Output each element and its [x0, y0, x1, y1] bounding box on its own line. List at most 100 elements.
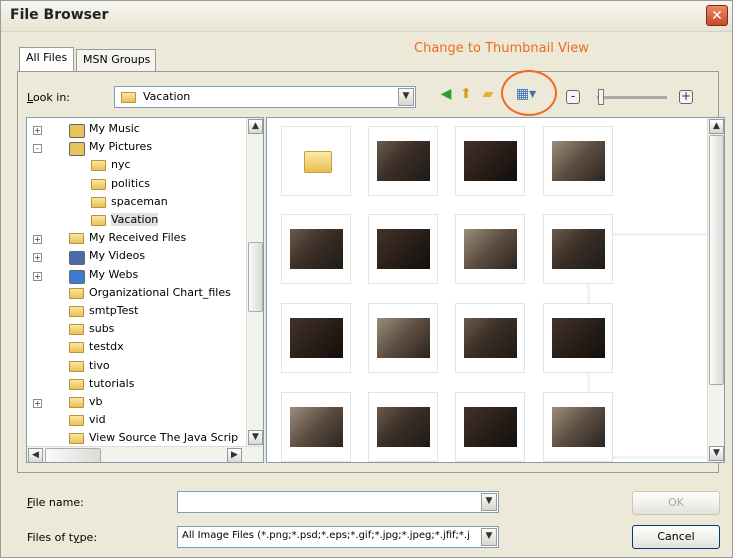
tree-item-my-received-files[interactable]: + My Received Files: [27, 230, 245, 248]
thumbnail-photo[interactable]: [543, 126, 613, 196]
tree-item-my-videos[interactable]: + My Videos: [27, 248, 245, 266]
thumbnail-folder[interactable]: [281, 126, 351, 196]
thumbnail-photo[interactable]: [281, 303, 351, 373]
tree-item-label: smtpTest: [89, 304, 139, 317]
photo-thumbnail-image: [552, 141, 605, 181]
annotation-text: Change to Thumbnail View: [414, 41, 589, 56]
tree-item-testdx[interactable]: testdx: [27, 339, 245, 357]
folder-icon: [91, 178, 106, 190]
expand-icon[interactable]: +: [33, 253, 42, 263]
folder-icon: [69, 378, 84, 390]
back-arrow-icon[interactable]: ◀: [437, 85, 455, 103]
ok-button[interactable]: OK: [632, 491, 720, 515]
thumbnail-photo[interactable]: [455, 392, 525, 462]
tree-hscroll-thumb[interactable]: [45, 448, 101, 462]
tree-item-my-webs[interactable]: + My Webs: [27, 267, 245, 285]
collapse-icon[interactable]: -: [33, 144, 42, 154]
tree-vertical-scrollbar[interactable]: ▲ ▼: [246, 118, 263, 446]
tree-item-vid[interactable]: vid: [27, 412, 245, 430]
thumbnail-photo[interactable]: [368, 303, 438, 373]
folder-icon: [69, 415, 84, 427]
thumbnail-photo[interactable]: [368, 392, 438, 462]
photo-thumbnail-image: [377, 141, 430, 181]
thumbnail-photo[interactable]: [281, 214, 351, 284]
tree-item-politics[interactable]: politics: [27, 176, 245, 194]
photo-thumbnail-image: [464, 141, 517, 181]
look-in-label: Look in:: [27, 91, 70, 104]
zoom-slider-thumb[interactable]: [598, 89, 604, 105]
tree-item-subs[interactable]: subs: [27, 321, 245, 339]
thumbnail-scroll-thumb[interactable]: [709, 135, 724, 385]
tree-item-my-music[interactable]: + My Music: [27, 121, 245, 139]
up-one-level-icon[interactable]: ⬆: [457, 85, 475, 103]
expand-icon[interactable]: +: [33, 271, 42, 281]
folder-icon: [121, 92, 136, 103]
thumbnail-photo[interactable]: [455, 214, 525, 284]
folder-icon: [69, 233, 84, 245]
chevron-down-icon[interactable]: ▼: [481, 528, 497, 546]
tree-item-nyc[interactable]: nyc: [27, 157, 245, 175]
folder-icon: [69, 287, 84, 299]
tree-item-label: My Videos: [89, 249, 146, 263]
chevron-down-icon[interactable]: ▼: [481, 493, 497, 511]
tree-item-vacation[interactable]: Vacation: [27, 212, 245, 230]
title-bar: File Browser ✕: [1, 1, 732, 32]
tree-item-label: tutorials: [89, 376, 135, 390]
tree-item-tivo[interactable]: tivo: [27, 358, 245, 376]
look-in-dropdown[interactable]: Vacation ▼: [114, 86, 416, 108]
tree-item-vb[interactable]: + vb: [27, 394, 245, 412]
file-name-input[interactable]: ▼: [177, 491, 499, 513]
thumbnail-photo[interactable]: [368, 126, 438, 196]
scroll-down-button[interactable]: ▼: [248, 430, 263, 445]
thumbnail-photo[interactable]: [543, 303, 613, 373]
tree-item-smtptest[interactable]: smtpTest: [27, 303, 245, 321]
thumbnail-photo[interactable]: [281, 392, 351, 462]
tree-item-label: My Pictures: [89, 140, 153, 154]
expand-icon[interactable]: +: [33, 399, 42, 408]
zoom-slider-track[interactable]: [597, 96, 667, 99]
music-folder-icon: [69, 124, 85, 138]
chevron-down-icon[interactable]: ▼: [398, 88, 414, 106]
cancel-button[interactable]: Cancel: [632, 525, 720, 549]
folder-tree[interactable]: + My Music - My Pictures nyc politics spaceman…: [26, 117, 264, 463]
thumbnail-photo[interactable]: [455, 303, 525, 373]
new-folder-icon[interactable]: ▰: [479, 85, 497, 103]
zoom-in-button[interactable]: +: [679, 90, 693, 104]
scroll-left-button[interactable]: ◀: [28, 448, 43, 462]
thumbnail-photo[interactable]: [455, 126, 525, 196]
expand-icon[interactable]: +: [33, 126, 42, 135]
look-in-value: Vacation: [143, 90, 191, 103]
thumbnail-photo[interactable]: [368, 214, 438, 284]
tree-item-organizational-chart-files[interactable]: Organizational Chart_files: [27, 285, 245, 303]
folder-icon: [91, 196, 106, 208]
scroll-up-button[interactable]: ▲: [248, 119, 263, 134]
tree-item-label: subs: [89, 322, 115, 336]
scroll-right-button[interactable]: ▶: [227, 448, 242, 462]
thumbnail-photo[interactable]: [543, 392, 613, 462]
tree-item-label: My Received Files: [89, 231, 187, 245]
tab-msn-groups[interactable]: MSN Groups: [76, 49, 156, 71]
tab-all-files[interactable]: All Files: [19, 47, 74, 71]
tree-item-label: nyc: [111, 158, 131, 172]
tree-item-my-pictures[interactable]: - My Pictures: [27, 139, 245, 157]
scroll-up-button[interactable]: ▲: [709, 119, 724, 134]
folder-icon: [91, 160, 106, 172]
thumbnail-pane[interactable]: ▲ ▼: [266, 117, 725, 463]
thumbnail-photo[interactable]: [543, 214, 613, 284]
tree-item-label: spaceman: [111, 194, 168, 208]
tree-item-label: vb: [89, 395, 103, 408]
close-button[interactable]: ✕: [706, 5, 728, 26]
photo-thumbnail-image: [290, 407, 343, 447]
zoom-out-button[interactable]: -: [566, 90, 580, 104]
tree-horizontal-scrollbar[interactable]: ◀ ▶: [27, 446, 263, 462]
tree-item-spaceman[interactable]: spaceman: [27, 194, 245, 212]
photo-thumbnail-image: [464, 229, 517, 269]
expand-icon[interactable]: +: [33, 235, 42, 245]
tree-item-tutorials[interactable]: tutorials: [27, 376, 245, 394]
file-name-label: File name:: [27, 496, 84, 509]
annotation-circle: [501, 70, 557, 116]
scroll-down-button[interactable]: ▼: [709, 446, 724, 461]
tree-scroll-thumb[interactable]: [248, 242, 263, 312]
thumbnail-vertical-scrollbar[interactable]: ▲ ▼: [707, 118, 724, 462]
files-of-type-dropdown[interactable]: All Image Files (*.png;*.psd;*.eps;*.gif…: [177, 526, 499, 548]
